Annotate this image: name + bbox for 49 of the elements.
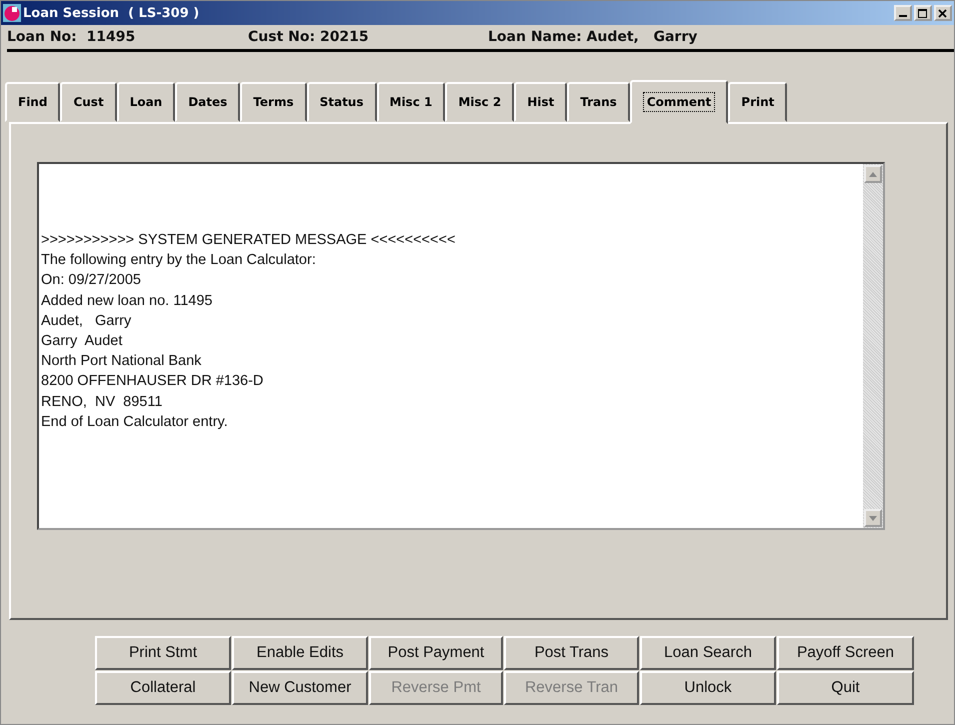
action-button[interactable]: Collateral xyxy=(95,671,231,705)
action-button[interactable]: Quit xyxy=(777,671,914,705)
tab[interactable]: Comment xyxy=(630,80,728,124)
maximize-button[interactable] xyxy=(914,5,932,21)
comment-line: End of Loan Calculator entry. xyxy=(41,412,229,432)
comment-line: RENO, NV 89511 xyxy=(41,392,164,412)
comment-line: The following entry by the Loan Calculator: xyxy=(41,251,317,270)
comment-line: North Port National Bank xyxy=(41,352,202,372)
comment-area[interactable] xyxy=(37,162,885,530)
tab[interactable]: Find xyxy=(5,82,60,122)
app-icon xyxy=(3,4,21,22)
tab[interactable]: Print xyxy=(728,82,788,122)
tab[interactable]: Misc 2 xyxy=(445,82,514,122)
down-arrow-icon xyxy=(869,516,877,520)
comment-line: 8200 OFFENHAUSER DR #136-D xyxy=(41,372,264,392)
loan-number: Loan No: 11495 xyxy=(7,29,136,45)
loan-name: Loan Name: Audet, Garry xyxy=(488,29,698,45)
action-button[interactable]: Unlock xyxy=(640,671,776,705)
action-button[interactable]: Payoff Screen xyxy=(777,636,914,670)
comment-line: Garry Audet xyxy=(41,332,124,352)
comment-line: On: 09/27/2005 xyxy=(41,271,142,290)
window-title: Loan Session ( LS-309 ) xyxy=(23,6,200,20)
tab[interactable]: Cust xyxy=(60,82,117,122)
customer-number: Cust No: 20215 xyxy=(248,29,370,45)
minimize-button[interactable] xyxy=(894,5,912,21)
action-button[interactable]: Print Stmt xyxy=(95,636,231,670)
tab[interactable]: Hist xyxy=(514,82,568,122)
minimize-icon xyxy=(899,15,907,17)
scrollbar[interactable] xyxy=(863,164,883,528)
action-button[interactable]: Enable Edits xyxy=(232,636,368,670)
maximize-icon xyxy=(918,8,928,18)
comment-line: >>>>>>>>>>> SYSTEM GENERATED MESSAGE <<<<<<<<<< xyxy=(41,231,456,250)
scroll-up-button[interactable] xyxy=(864,165,882,183)
tab[interactable]: Terms xyxy=(240,82,307,122)
comment-line: Audet, Garry xyxy=(41,312,132,331)
close-button[interactable] xyxy=(934,5,952,21)
tab[interactable]: Misc 1 xyxy=(376,82,446,122)
tab[interactable]: Loan xyxy=(116,82,176,122)
close-icon xyxy=(938,8,948,18)
tab[interactable]: Dates xyxy=(175,82,240,122)
scroll-down-button[interactable] xyxy=(864,509,882,527)
comment-line: Added new loan no. 11495 xyxy=(41,292,214,311)
action-button[interactable]: Loan Search xyxy=(640,636,776,670)
tab[interactable]: Status xyxy=(306,82,376,122)
action-button[interactable]: New Customer xyxy=(232,671,368,705)
action-button[interactable]: Post Trans xyxy=(504,636,639,670)
action-button[interactable]: Post Payment xyxy=(369,636,503,670)
tab[interactable]: Trans xyxy=(567,82,630,122)
up-arrow-icon xyxy=(869,172,877,176)
